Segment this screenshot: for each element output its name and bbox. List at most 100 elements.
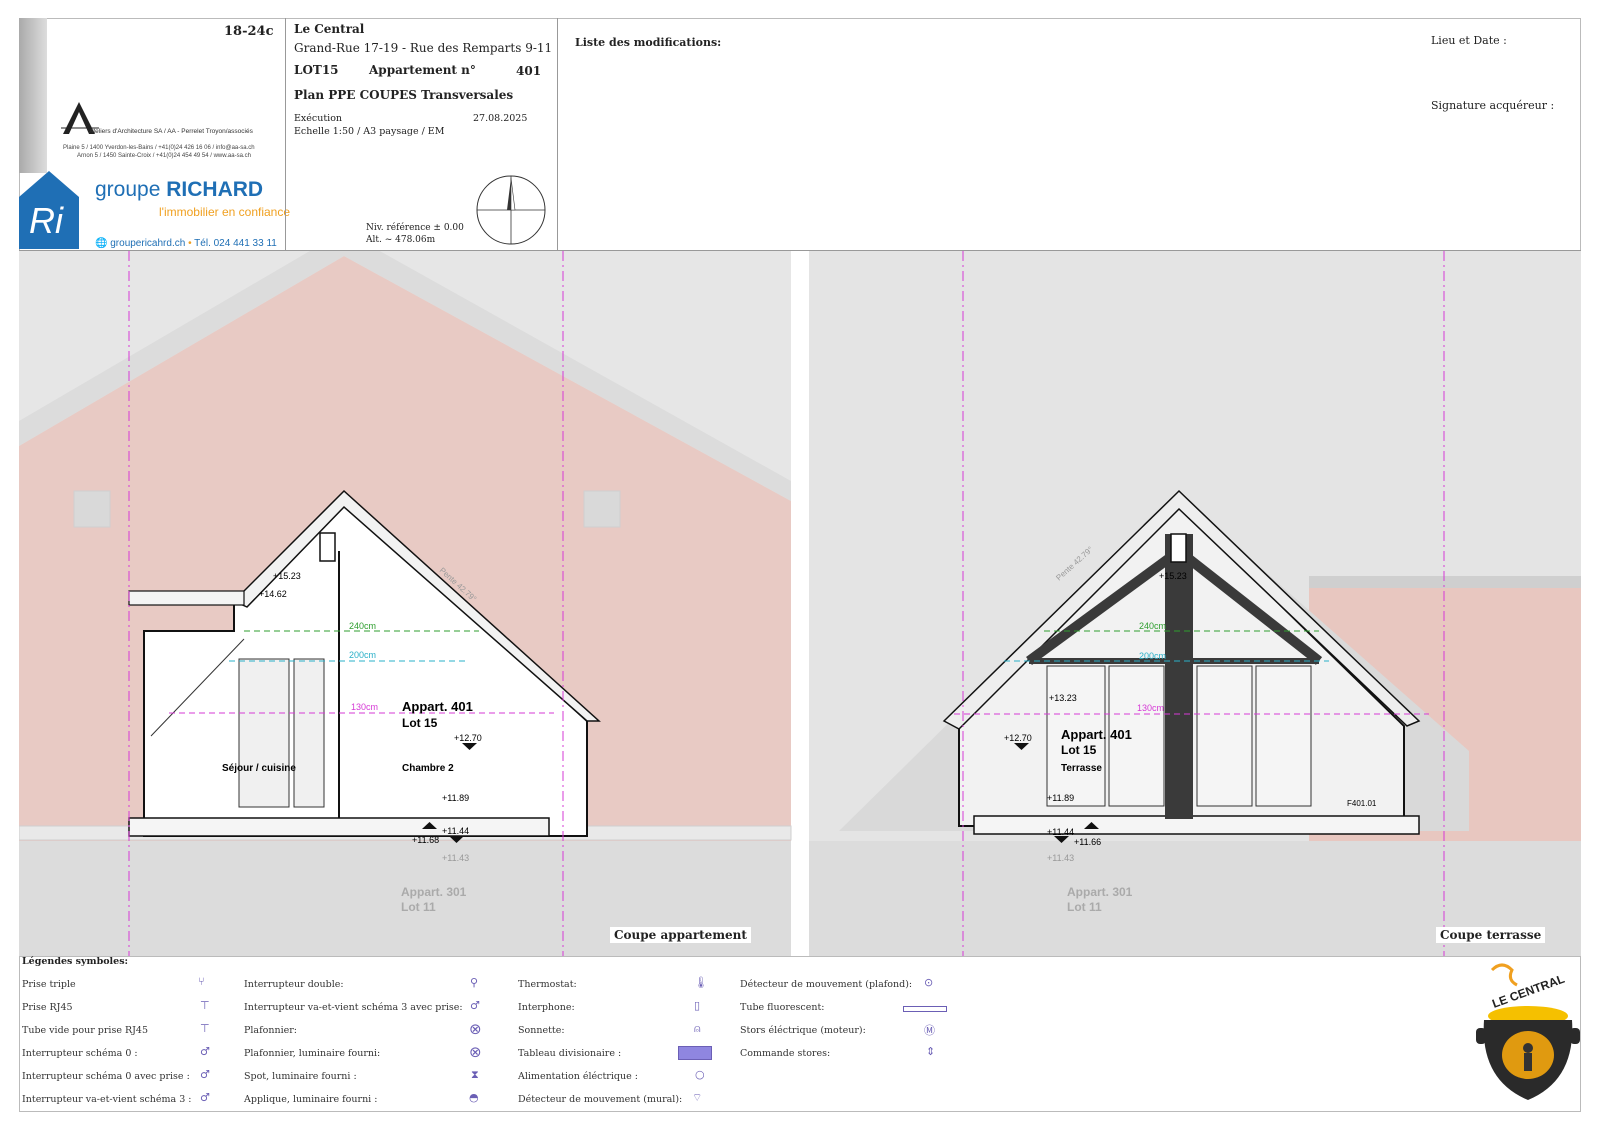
panel-gap	[791, 251, 809, 956]
switch-schema0-icon: ♂	[200, 1045, 210, 1058]
left-h130-label: 130cm	[351, 702, 378, 712]
agency-website-link[interactable]: groupericahrd.ch	[110, 238, 185, 249]
legend-item: Détecteur de mouvement (plafond):	[740, 979, 913, 990]
rj45-socket-icon: ⊤	[200, 999, 210, 1012]
left-window-1	[238, 658, 290, 808]
legend-item: Interrupteur schéma 0 :	[22, 1048, 138, 1059]
right-apartment-label: Appart. 401	[1061, 727, 1132, 742]
right-window-4	[1255, 665, 1312, 807]
legend-item: Interrupteur va-et-vient schéma 3 :	[22, 1094, 192, 1105]
globe-icon: 🌐	[95, 238, 108, 249]
left-chimney	[319, 532, 336, 562]
legend-item: Plafonnier, luminaire fourni:	[244, 1048, 381, 1059]
switch-schema3-socket-icon: ♂	[470, 999, 480, 1012]
legend-item: Alimentation éléctrique :	[518, 1071, 638, 1082]
groupe-richard-logo-icon: Ri	[19, 171, 79, 249]
power-supply-icon: ○	[695, 1068, 705, 1081]
left-floor-slab	[128, 817, 550, 837]
right-section-label: Coupe terrasse	[1436, 927, 1546, 943]
reference-level: Niv. référence ± 0.00	[366, 223, 464, 233]
legend-item: Plafonnier:	[244, 1025, 297, 1036]
left-level-1: +15.23	[273, 571, 301, 581]
blind-control-icon: ⇕	[926, 1045, 936, 1058]
title-block: 18-24c Ateliers d'Architecture SA / AA -…	[19, 18, 1581, 251]
architect-name: Ateliers d'Architecture SA / AA - Perrel…	[89, 128, 253, 135]
architect-address-1: Plaine 5 / 1400 Yverdon-les-Bains / +41(…	[63, 145, 255, 151]
legend-item: Applique, luminaire fourni :	[244, 1094, 378, 1105]
right-level-4: +11.89	[1047, 793, 1074, 803]
left-h200-label: 200cm	[349, 650, 376, 660]
project-code: 18-24c	[224, 24, 274, 39]
legend-title: Légendes symboles:	[22, 956, 129, 967]
legend-item: Sonnette:	[518, 1025, 565, 1036]
legend-item: Tube vide pour prise RJ45	[22, 1025, 149, 1036]
double-switch-icon: ⚲	[470, 976, 479, 989]
right-level-2: +13.23	[1049, 693, 1077, 703]
right-level-6: +11.66	[1074, 837, 1101, 847]
project-lot: LOT15	[294, 63, 339, 77]
fluorescent-tube-icon	[903, 1006, 947, 1012]
right-window-ref: F401.01	[1347, 799, 1377, 808]
legend-item: Spot, luminaire fourni :	[244, 1071, 357, 1082]
right-level-3: +12.70	[1004, 733, 1032, 743]
right-floor-slab	[973, 815, 1420, 835]
legend-item: Interrupteur double:	[244, 979, 344, 990]
wall-light-icon: ◓	[469, 1091, 479, 1104]
place-date-label: Lieu et Date :	[1431, 34, 1507, 47]
legend-divider	[19, 956, 1581, 957]
left-below-lot: Lot 11	[401, 900, 436, 914]
ceiling-light-icon: ⊗	[469, 1020, 482, 1038]
legend-item: Tableau divisionaire :	[518, 1048, 622, 1059]
left-level-7: +11.43	[442, 853, 469, 863]
switch-schema0-socket-icon: ♂	[200, 1068, 210, 1081]
altitude: Alt. ~ 478.06m	[366, 235, 436, 245]
left-level-6: +11.68	[412, 835, 439, 845]
ceiling-motion-detector-icon: ⊙	[924, 976, 934, 989]
project-phase: Exécution	[294, 113, 343, 124]
intercom-icon: ▯	[694, 999, 701, 1012]
agency-name: groupe RICHARD	[95, 178, 264, 201]
architect-address-2: Arnon 5 / 1450 Sainte-Croix / +41(0)24 4…	[77, 153, 251, 159]
agency-tagline: l'immobilier en confiance	[159, 205, 291, 219]
left-dormer-1	[73, 490, 111, 528]
apartment-number: 401	[516, 64, 542, 78]
left-room2-label: Chambre 2	[402, 763, 454, 774]
left-room1-label: Séjour / cuisine	[222, 763, 296, 774]
left-level-4: +11.89	[442, 793, 469, 803]
right-lot-label: Lot 15	[1061, 743, 1097, 757]
spot-light-icon: ⧗	[471, 1068, 479, 1081]
electric-blind-motor-icon: Ⓜ	[924, 1024, 935, 1037]
right-level-1: +15.23	[1159, 571, 1187, 581]
right-h200-label: 200cm	[1139, 651, 1166, 661]
divider-v2	[557, 18, 558, 251]
left-window-2	[293, 658, 325, 808]
doorbell-icon: ⍝	[694, 1022, 701, 1035]
ceiling-light-supplied-icon: ⊗	[469, 1043, 482, 1061]
switch-schema3-icon: ♂	[200, 1091, 210, 1104]
left-h240-label: 240cm	[349, 621, 376, 631]
legend-item: Interrupteur schéma 0 avec prise :	[22, 1071, 190, 1082]
left-level-3: +12.70	[454, 733, 482, 743]
grey-strip	[19, 18, 47, 173]
legend-item: Détecteur de mouvement (mural):	[518, 1094, 683, 1105]
legend-item: Commande stores:	[740, 1048, 831, 1059]
apartment-label: Appartement n°	[369, 63, 476, 77]
modifications-label: Liste des modifications:	[575, 36, 722, 49]
triple-socket-icon: ⑂	[198, 975, 205, 988]
distribution-board-icon	[678, 1046, 712, 1060]
right-chimney	[1170, 533, 1187, 563]
logo-text: LE CENTRAL	[1490, 972, 1566, 1011]
agency-contact: 🌐 groupericahrd.ch • Tél. 024 441 33 11	[95, 238, 277, 249]
left-lot-label: Lot 15	[402, 716, 438, 730]
north-compass-icon	[476, 175, 546, 245]
divider-v1	[285, 18, 286, 251]
left-dormer-2	[583, 490, 621, 528]
right-below-lot: Lot 11	[1067, 900, 1102, 914]
left-section-label: Coupe appartement	[610, 927, 751, 943]
left-level-2: +14.62	[259, 589, 287, 599]
le-central-logo-icon: LE CENTRAL	[1476, 963, 1580, 1100]
left-flat-roof	[128, 590, 245, 606]
project-address: Grand-Rue 17-19 - Rue des Remparts 9-11	[294, 41, 553, 55]
left-level-5: +11.44	[442, 826, 469, 836]
right-facade-band	[1309, 576, 1581, 588]
